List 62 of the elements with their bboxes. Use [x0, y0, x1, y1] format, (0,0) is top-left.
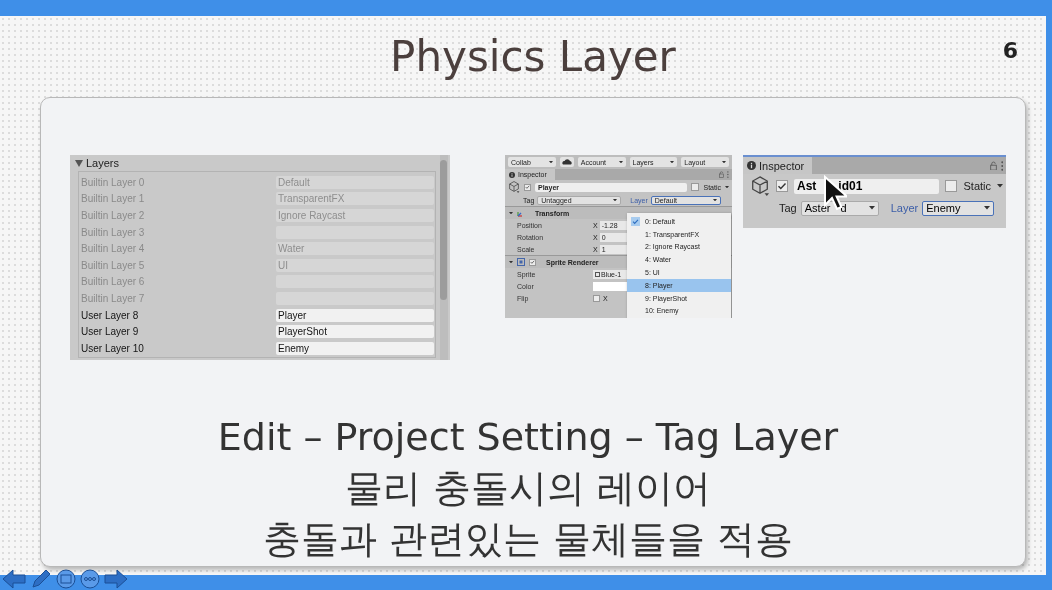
layer-label: Builtin Layer 3	[81, 226, 146, 238]
lock-icon[interactable]	[719, 171, 725, 178]
caret-icon	[984, 206, 991, 210]
active-checkbox[interactable]	[776, 180, 788, 192]
static-checkbox[interactable]	[691, 183, 700, 191]
static-label: Static	[963, 180, 991, 192]
caret-icon	[868, 206, 875, 210]
slide-title: Physics Layer	[390, 32, 676, 81]
page-number: 6	[1002, 38, 1018, 63]
layer-name-field[interactable]: Enemy	[276, 341, 434, 355]
caret-icon	[509, 260, 513, 264]
layer-label: User Layer 9	[81, 326, 140, 338]
scrollbar[interactable]	[440, 155, 448, 360]
check-icon	[530, 259, 535, 265]
caret-icon	[613, 198, 618, 202]
sprite-icon	[595, 271, 600, 277]
sprite-icon	[517, 258, 525, 266]
caption-line: 물리 충돌시의 레이어	[344, 465, 712, 512]
caret-icon	[725, 185, 729, 189]
layer-label: User Layer 10	[81, 342, 145, 354]
caret-icon	[722, 160, 726, 164]
check-icon	[632, 217, 639, 225]
transform-icon	[517, 209, 525, 217]
lock-icon[interactable]	[989, 160, 997, 171]
check-icon	[525, 184, 530, 190]
active-checkbox[interactable]	[524, 183, 531, 191]
more-icon[interactable]	[1000, 160, 1003, 171]
layer-name-field[interactable]: Player	[276, 308, 434, 322]
layer-label: Builtin Layer 5	[81, 259, 146, 271]
info-icon	[509, 171, 515, 178]
more-icon[interactable]	[80, 569, 100, 589]
previous-icon[interactable]	[2, 569, 26, 589]
caret-icon	[618, 160, 623, 164]
next-icon[interactable]	[104, 569, 128, 589]
layer-label: User Layer 8	[81, 309, 140, 321]
check-icon	[777, 181, 787, 191]
static-checkbox[interactable]	[945, 180, 958, 192]
layer-dropdown[interactable]: Enemy	[922, 200, 995, 216]
caret-icon	[670, 160, 675, 164]
caret-icon	[997, 184, 1003, 188]
expand-icon[interactable]	[75, 159, 83, 167]
tag-label: Tag	[779, 202, 797, 214]
layer-label: Builtin Layer 0	[81, 176, 146, 188]
pen-icon[interactable]	[30, 568, 52, 590]
caret-icon	[509, 211, 513, 215]
layer-label: Layer	[890, 202, 919, 214]
layer-label: Builtin Layer 4	[81, 243, 146, 255]
panel-title: Layers	[86, 157, 120, 169]
inspector-tab[interactable]: Inspector	[743, 157, 813, 174]
caption-line: 충돌과 관련있는 물체들을 적용	[262, 516, 794, 563]
cube-icon	[750, 176, 770, 196]
flip-checkbox[interactable]	[593, 294, 600, 302]
component-checkbox[interactable]	[529, 258, 536, 266]
slides-icon[interactable]	[56, 569, 76, 589]
layer-label: Builtin Layer 1	[81, 193, 146, 205]
caret-icon	[712, 198, 717, 202]
cloud-icon[interactable]	[559, 157, 574, 167]
cube-icon	[508, 181, 520, 193]
caption-line: Edit – Project Setting – Tag Layer	[217, 414, 839, 461]
caret-icon	[548, 160, 553, 164]
layer-name-field[interactable]: PlayerShot	[276, 325, 434, 339]
info-icon	[747, 161, 756, 170]
